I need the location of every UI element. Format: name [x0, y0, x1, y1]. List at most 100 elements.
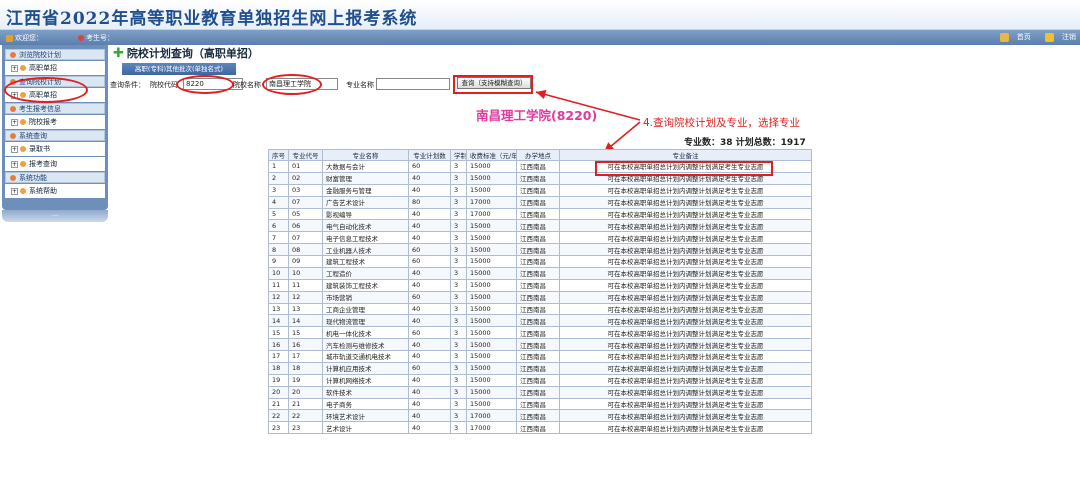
cell-index: 15 — [268, 326, 289, 340]
cell-location: 江西南昌 — [516, 243, 560, 256]
cell-major: 电气自动化技术 — [322, 219, 409, 233]
cell-plan: 40 — [408, 231, 451, 245]
cell-index: 10 — [268, 266, 289, 280]
cell-fee: 15000 — [466, 183, 517, 197]
cell-major: 工业机器人技术 — [322, 243, 409, 256]
cell-index: 18 — [268, 361, 289, 375]
cell-location: 江西南昌 — [516, 421, 560, 435]
cell-major: 电子商务 — [322, 397, 409, 411]
cell-code: 20 — [288, 385, 323, 399]
cell-index: 17 — [268, 350, 289, 363]
cell-code: 09 — [288, 255, 323, 268]
table-row[interactable]: 20 20 软件技术 40 3 15000 江西南昌 可在本校高职单招总计划内调整计划满足考生… — [268, 385, 812, 399]
tab-batch[interactable]: 高职(专科)其他批次(单独名式) — [122, 63, 236, 75]
cell-remark: 可在本校高职单招总计划内调整计划满足考生专业志愿 — [559, 207, 812, 221]
cell-plan: 40 — [408, 266, 451, 280]
plus-icon: ✚ — [113, 46, 124, 61]
cell-fee: 15000 — [466, 290, 517, 304]
table-row[interactable]: 8 08 工业机器人技术 60 3 15000 江西南昌 可在本校高职单招总计划内调整计划满足… — [268, 243, 812, 256]
welcome-label: 欢迎您： — [15, 34, 43, 42]
cell-major: 影视编导 — [322, 207, 409, 221]
expand-icon: + — [11, 187, 18, 195]
cell-location: 江西南昌 — [516, 350, 560, 363]
info-bar: 欢迎您： 考生号： 首页 注销 — [0, 30, 1080, 45]
highlight-ring-sidebar — [4, 77, 88, 103]
group-icon — [10, 133, 16, 139]
table-row[interactable]: 12 12 市场营销 60 3 15000 江西南昌 可在本校高职单招总计划内调整计划满足考生… — [268, 290, 812, 304]
home-icon — [999, 32, 1009, 42]
logout-link[interactable]: 注销 — [1039, 32, 1076, 42]
table-row[interactable]: 7 07 电子信息工程技术 40 3 15000 江西南昌 可在本校高职单招总计划内调整计划满… — [268, 231, 812, 245]
cell-remark: 可在本校高职单招总计划内调整计划满足考生专业志愿 — [559, 361, 812, 375]
cell-major: 建筑工程技术 — [322, 255, 409, 268]
welcome-text: 欢迎您： — [6, 33, 43, 43]
sidebar-item-label: 报考查询 — [29, 160, 57, 168]
table-row[interactable]: 14 14 现代物流管理 40 3 15000 江西南昌 可在本校高职单招总计划内调整计划满足… — [268, 314, 812, 328]
sidebar-group-browse[interactable]: 浏览院校计划 — [5, 49, 105, 60]
sidebar-item-apply-school[interactable]: + 院校报考 — [5, 115, 105, 129]
table-row[interactable]: 9 09 建筑工程技术 60 3 15000 江西南昌 可在本校高职单招总计划内调整计划满足考… — [268, 255, 812, 268]
table-row[interactable]: 18 18 计算机应用技术 60 3 15000 江西南昌 可在本校高职单招总计划内调整计划满… — [268, 361, 812, 375]
table-row[interactable]: 6 06 电气自动化技术 40 3 15000 江西南昌 可在本校高职单招总计划内调整计划满足… — [268, 219, 812, 233]
cell-major: 建筑装饰工程技术 — [322, 278, 409, 292]
top-right-links: 首页 注销 — [988, 32, 1076, 42]
cell-remark: 可在本校高职单招总计划内调整计划满足考生专业志愿 — [559, 397, 812, 411]
cell-index: 21 — [268, 397, 289, 411]
table-row[interactable]: 5 05 影视编导 40 3 17000 江西南昌 可在本校高职单招总计划内调整计划满足考生专… — [268, 207, 812, 221]
col-header-location: 办学地点 — [516, 149, 560, 161]
sidebar-group-system[interactable]: 系统功能 — [5, 172, 105, 183]
cell-code: 02 — [288, 171, 323, 185]
cell-fee: 15000 — [466, 314, 517, 328]
cell-location: 江西南昌 — [516, 314, 560, 328]
home-link[interactable]: 首页 — [994, 32, 1031, 42]
sidebar-item-label: 高职单招 — [29, 64, 57, 72]
sidebar-item-label: 系统帮助 — [29, 187, 57, 195]
page-title: ✚ 院校计划查询（高职单招） — [113, 45, 259, 61]
sidebar-item-browse-gaozhi[interactable]: + 高职单招 — [5, 61, 105, 75]
table-row[interactable]: 16 16 汽车检测与维修技术 40 3 15000 江西南昌 可在本校高职单招总计划内调整计… — [268, 338, 812, 351]
cell-index: 11 — [268, 278, 289, 292]
table-row[interactable]: 3 03 金融服务与管理 40 3 15000 江西南昌 可在本校高职单招总计划内调整计划满足… — [268, 183, 812, 197]
table-row[interactable]: 23 23 艺术设计 40 3 17000 江西南昌 可在本校高职单招总计划内调整计划满足考生… — [268, 421, 812, 435]
table-row[interactable]: 10 10 工程造价 40 3 15000 江西南昌 可在本校高职单招总计划内调整计划满足考生… — [268, 266, 812, 280]
cell-major: 大数据与会计 — [322, 160, 409, 173]
cell-major: 计算机应用技术 — [322, 361, 409, 375]
table-row[interactable]: 4 07 广告艺术设计 80 3 17000 江西南昌 可在本校高职单招总计划内调整计划满足考… — [268, 195, 812, 209]
table-row[interactable]: 21 21 电子商务 40 3 15000 江西南昌 可在本校高职单招总计划内调整计划满足考生… — [268, 397, 812, 411]
cell-plan: 60 — [408, 160, 451, 173]
cell-location: 江西南昌 — [516, 171, 560, 185]
cell-remark: 可在本校高职单招总计划内调整计划满足考生专业志愿 — [559, 183, 812, 197]
cell-code: 05 — [288, 207, 323, 221]
cell-major: 电子信息工程技术 — [322, 231, 409, 245]
cell-years: 3 — [450, 421, 467, 435]
cell-major: 软件技术 — [322, 385, 409, 399]
table-row[interactable]: 22 22 环境艺术设计 40 3 17000 江西南昌 可在本校高职单招总计划内调整计划满足… — [268, 409, 812, 423]
cell-location: 江西南昌 — [516, 409, 560, 423]
table-row[interactable]: 13 13 工商企业管理 40 3 15000 江西南昌 可在本校高职单招总计划内调整计划满足… — [268, 302, 812, 316]
table-row[interactable]: 17 17 城市轨道交通机电技术 40 3 15000 江西南昌 可在本校高职单招总计划内调整… — [268, 350, 812, 363]
arrow-to-remark — [603, 121, 641, 153]
table-row[interactable]: 15 15 机电一体化技术 60 3 15000 江西南昌 可在本校高职单招总计划内调整计划满… — [268, 326, 812, 340]
highlight-box-remark — [595, 161, 773, 176]
sidebar-group-apply[interactable]: 考生报考信息 — [5, 103, 105, 114]
cell-index: 12 — [268, 290, 289, 304]
cell-years: 3 — [450, 255, 467, 268]
sidebar-item-help[interactable]: + 系统帮助 — [5, 184, 105, 198]
cell-code: 17 — [288, 350, 323, 363]
cell-plan: 60 — [408, 326, 451, 340]
table-row[interactable]: 11 11 建筑装饰工程技术 40 3 15000 江西南昌 可在本校高职单招总计划内调整计划… — [268, 278, 812, 292]
sidebar-item-apply-query[interactable]: + 报考查询 — [5, 157, 105, 171]
cell-index: 13 — [268, 302, 289, 316]
cell-code: 19 — [288, 373, 323, 387]
cell-location: 江西南昌 — [516, 255, 560, 268]
cell-major: 艺术设计 — [322, 421, 409, 435]
sidebar-collapse-handle[interactable]: ... — [2, 210, 108, 222]
sidebar-group-system-query[interactable]: 系统查询 — [5, 130, 105, 141]
item-icon — [20, 161, 26, 167]
major-label: 专业名称 — [346, 81, 374, 89]
cell-code: 14 — [288, 314, 323, 328]
table-row[interactable]: 19 19 计算机网络技术 40 3 15000 江西南昌 可在本校高职单招总计划内调整计划满… — [268, 373, 812, 387]
sidebar-item-admission[interactable]: + 录取书 — [5, 142, 105, 156]
major-name-field[interactable] — [376, 78, 450, 90]
cell-fee: 15000 — [466, 243, 517, 256]
